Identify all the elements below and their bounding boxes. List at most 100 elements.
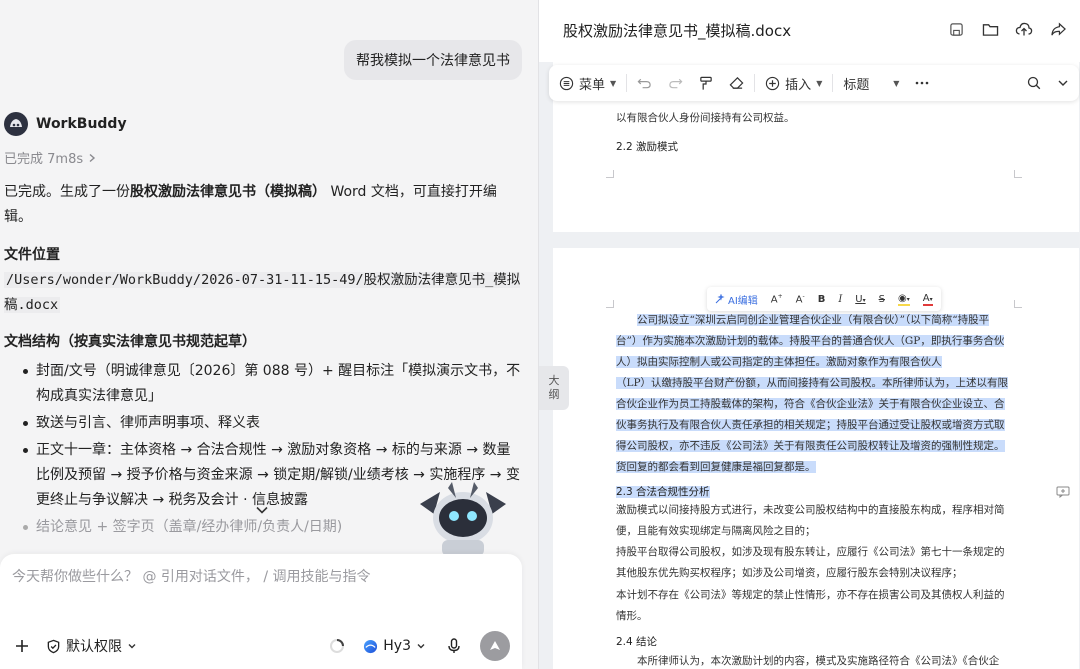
file-path[interactable]: /Users/wonder/WorkBuddy/2026-07-31-11-15… <box>4 268 522 318</box>
collapse-toolbar-button[interactable] <box>1057 77 1069 89</box>
composer: 默认权限 Hy3 <box>0 554 522 669</box>
ai-edit-button[interactable]: AI编辑 <box>715 292 758 307</box>
section-heading-2-2: 2.2 激励模式 <box>616 141 679 153</box>
menu-label: 菜单 <box>579 77 606 93</box>
highlight-color-icon[interactable]: ◉▾ <box>897 293 910 306</box>
prompt-input[interactable] <box>12 566 510 606</box>
selected-paragraph[interactable]: 公司拟设立“深圳云启同创企业管理合伙企业（有限合伙）”（以下简称“持股平 台”）… <box>616 310 1028 478</box>
editor-toolbar: 菜单 ▼ 插入 ▼ 标题 ▼ <box>549 65 1079 101</box>
save-icon[interactable] <box>947 20 965 38</box>
magic-wand-icon <box>715 294 725 304</box>
agent-header: WorkBuddy <box>4 112 127 136</box>
para-line: 伙事务执行及有限合伙人责任承担的相关规定；持股平台通过受让股权或增资方式取 <box>616 419 1005 431</box>
insert-button[interactable]: 插入 ▼ <box>765 74 822 93</box>
page-margin-corner <box>606 170 614 178</box>
font-decrease-icon[interactable]: A- <box>796 293 805 305</box>
permission-label: 默认权限 <box>66 639 122 655</box>
italic-icon[interactable]: I <box>838 294 842 305</box>
caret-down-icon: ▼ <box>816 78 823 88</box>
para-line: 得公司股权，亦不违反《公司法》关于有限责任公司股权转让及增资的强制性规定。 <box>616 440 1005 452</box>
collapse-icon <box>1058 80 1068 86</box>
format-painter-button[interactable] <box>699 76 713 91</box>
style-selector[interactable]: 标题 ▼ <box>843 74 899 93</box>
section-heading-2-4: 2.4 结论 <box>616 636 658 648</box>
redo-button[interactable] <box>668 76 683 90</box>
completion-status-text: 已完成 7m8s <box>4 152 84 167</box>
para-line: 人）拟由实际控制人或公司指定的主体担任。激励对象作为有限合伙人 <box>616 356 942 368</box>
more-icon <box>916 81 929 85</box>
send-arrow-icon <box>490 641 500 650</box>
toolbar-divider <box>832 74 834 92</box>
para-line: 激励模式以间接持股方式进行，未改变公司股权结构中的直接股东构成，程序相对简 <box>616 504 1005 516</box>
chevron-down-icon <box>417 644 425 649</box>
search-button[interactable] <box>1027 76 1041 90</box>
intro-pre: 已完成。生成了一份 <box>4 184 130 200</box>
page1-line: 以有限合伙人身份间接持有公司权益。 <box>616 112 795 124</box>
composer-toolbar: 默认权限 Hy3 <box>12 630 510 662</box>
paragraph: 本计划不存在《公司法》等规定的禁止性情形，亦不存在损害公司及其债权人利益的 情形… <box>616 585 1028 627</box>
outline-tab-char: 大 <box>548 374 560 387</box>
agent-intro: 已完成。生成了一份股权激励法律意见书（模拟稿） Word 文档，可直接打开编辑。 <box>4 180 522 230</box>
chat-pane: 帮我模拟一个法律意见书 WorkBuddy 已完成 7m8s 已完成。生成了一份… <box>0 0 538 669</box>
send-button[interactable] <box>480 631 510 661</box>
selection-toolbar: AI编辑 A+ A- B I U▾ S ◉▾ A▾ <box>707 287 941 311</box>
list-item: 致送与引言、律师声明事项、释义表 <box>4 411 522 436</box>
insert-plus-icon <box>766 76 780 90</box>
document-title: 股权激励法律意见书_模拟稿.docx <box>563 22 792 40</box>
menu-button[interactable]: 菜单 ▼ <box>559 74 616 93</box>
format-painter-icon <box>700 76 712 90</box>
undo-icon <box>637 78 651 89</box>
page-margin-corner <box>1014 300 1022 308</box>
search-icon <box>1027 76 1041 90</box>
para-line: 便，且能有效实现绑定与隔离风险之目的； <box>616 525 816 537</box>
para-line: 台”）作为实施本次激励计划的载体。持股平台的普通合伙人（GP，即执行事务合伙 <box>616 335 1005 347</box>
spinner-icon <box>330 639 345 653</box>
menu-icon <box>559 76 574 90</box>
user-message-bubble: 帮我模拟一个法律意见书 <box>344 40 522 80</box>
chevron-down-icon <box>128 644 136 649</box>
file-location-heading: 文件位置 <box>4 247 60 263</box>
font-color-icon[interactable]: A▾ <box>922 293 933 306</box>
agent-name: WorkBuddy <box>36 116 127 132</box>
paragraph: 本所律师认为，本次激励计划的内容，模式及实施路径符合《公司法》《合伙企 <box>637 655 1000 667</box>
font-increase-icon[interactable]: A+ <box>771 293 783 305</box>
comment-icon[interactable] <box>1056 486 1070 498</box>
para-line: 合伙企业作为员工持股载体的架构，符合《合伙企业法》关于有限合伙企业设立、合 <box>616 398 1005 410</box>
bold-icon[interactable]: B <box>818 294 826 305</box>
model-label: Hy3 <box>383 638 411 654</box>
document-actions <box>947 20 1067 38</box>
chevron-right-icon <box>89 153 96 162</box>
scroll-down-chevron-icon[interactable] <box>254 502 270 518</box>
para-line: 本计划不存在《公司法》等规定的禁止性情形，亦不存在损害公司及其债权人利益的 <box>616 589 1005 601</box>
underline-icon[interactable]: U▾ <box>855 294 865 305</box>
strikethrough-icon[interactable]: S <box>879 294 885 305</box>
para-line: 公司拟设立“深圳云启同创企业管理合伙企业（有限合伙）”（以下简称“持股平 <box>637 314 990 326</box>
completion-status[interactable]: 已完成 7m8s <box>4 148 97 167</box>
caret-down-icon: ▼ <box>610 78 617 88</box>
upload-icon[interactable] <box>1015 20 1033 38</box>
outline-tab[interactable]: 大 纲 <box>539 366 569 410</box>
folder-icon[interactable] <box>981 20 999 38</box>
more-button[interactable] <box>915 81 929 85</box>
mic-icon <box>448 638 460 653</box>
document-page: 公司拟设立“深圳云启同创企业管理合伙企业（有限合伙）”（以下简称“持股平 台”）… <box>553 248 1079 669</box>
eraser-icon <box>729 76 744 89</box>
para-line: 其他股东优先购买权程序；如涉及公司增资，应履行股东会特别决议程序； <box>616 567 963 579</box>
undo-button[interactable] <box>637 76 652 90</box>
permission-selector[interactable]: 默认权限 <box>46 636 137 656</box>
redo-icon <box>669 78 683 89</box>
mic-button[interactable] <box>444 636 464 656</box>
agent-avatar <box>4 112 28 136</box>
para-line: 情形。 <box>616 610 648 622</box>
toolbar-divider <box>754 74 756 92</box>
para-line: （LP）认缴持股平台财产份额，从而间接持有公司股权。本所律师认为，上述以有限 <box>616 377 1009 389</box>
share-icon[interactable] <box>1049 20 1067 38</box>
outline-tab-char: 纲 <box>548 388 560 401</box>
globe-icon <box>364 639 378 653</box>
caret-down-icon: ▼ <box>893 78 900 88</box>
model-selector[interactable]: Hy3 <box>363 638 426 654</box>
para-line: 持股平台取得公司股权，如涉及现有股东转让，应履行《公司法》第七十一条规定的 <box>616 546 1005 558</box>
clear-format-button[interactable] <box>729 76 744 90</box>
plus-icon[interactable] <box>12 636 32 656</box>
structure-heading: 文档结构（按真实法律意见书规范起草） <box>4 334 256 350</box>
